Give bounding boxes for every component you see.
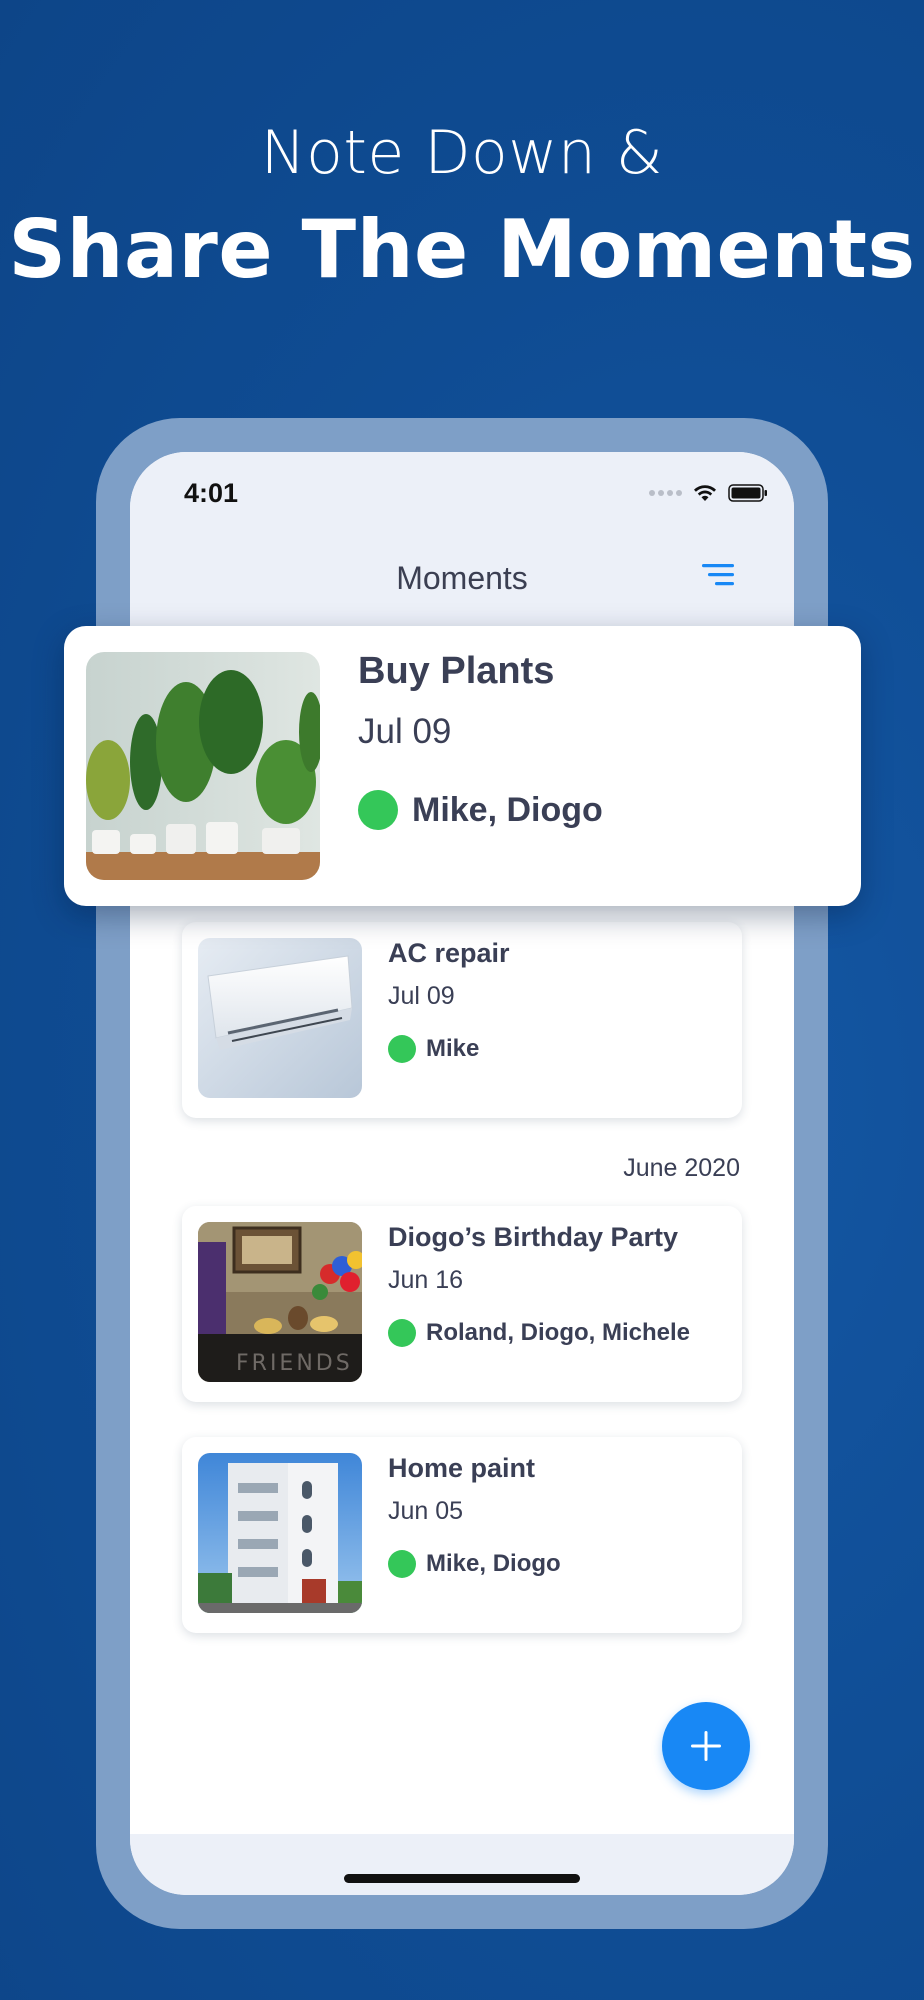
filter-button[interactable] (700, 560, 736, 590)
featured-moment-date: Jul 09 (358, 712, 452, 751)
potted-plants-photo (86, 652, 320, 880)
headline-line-1: Note Down & (260, 118, 664, 188)
featured-moment-card[interactable]: Buy Plants Jul 09 Mike, Diogo (64, 626, 861, 906)
moment-card[interactable]: FRIENDS Diogo’s Birthday Party Jun 16 Ro… (182, 1206, 742, 1402)
status-dot (358, 790, 398, 830)
headline-line-2: Share The Moments (8, 203, 916, 296)
signal-icon (649, 490, 682, 496)
app-store-screenshot: Note Down & Share The Moments 4:01 Momen… (0, 0, 924, 2000)
page-title: Moments (396, 560, 528, 596)
featured-moment-title: Buy Plants (358, 650, 555, 692)
home-indicator[interactable] (344, 1874, 580, 1883)
moment-people-names: Roland, Diogo, Michele (426, 1319, 691, 1346)
moment-date: Jun 16 (388, 1266, 464, 1294)
moment-card[interactable]: AC repair Jul 09 Mike (182, 922, 742, 1118)
filter-icon (702, 564, 734, 586)
wifi-icon (694, 485, 716, 501)
air-conditioner-photo (198, 938, 362, 1098)
moment-people: Mike (388, 1034, 479, 1064)
moment-date: Jul 09 (388, 982, 455, 1010)
moment-people: Roland, Diogo, Michele (388, 1318, 690, 1348)
moment-people-names: Mike, Diogo (426, 1550, 561, 1577)
add-moment-button[interactable] (662, 1702, 750, 1790)
building-photo (198, 1453, 362, 1613)
status-bar: 4:01 (130, 452, 794, 552)
moment-date: Jun 05 (388, 1497, 464, 1525)
birthday-party-photo: FRIENDS (198, 1222, 362, 1382)
moment-card[interactable]: Home paint Jun 05 Mike, Diogo (182, 1437, 742, 1633)
status-dot (388, 1550, 416, 1578)
status-time: 4:01 (184, 478, 239, 508)
plus-icon (691, 1731, 721, 1761)
moment-title: Diogo’s Birthday Party (388, 1222, 679, 1252)
battery-icon (728, 484, 767, 502)
home-bar-area (130, 1834, 794, 1895)
status-icons (649, 480, 768, 506)
featured-moment-people-names: Mike, Diogo (412, 790, 603, 829)
moment-people-names: Mike (426, 1035, 480, 1062)
section-label: June 2020 (623, 1154, 740, 1182)
status-dot (388, 1319, 416, 1347)
status-dot (388, 1035, 416, 1063)
featured-moment-people: Mike, Diogo (358, 788, 603, 832)
moment-title: AC repair (388, 938, 510, 968)
moment-title: Home paint (388, 1453, 536, 1483)
svg-text:FRIENDS: FRIENDS (236, 1351, 353, 1376)
moment-people: Mike, Diogo (388, 1549, 561, 1579)
